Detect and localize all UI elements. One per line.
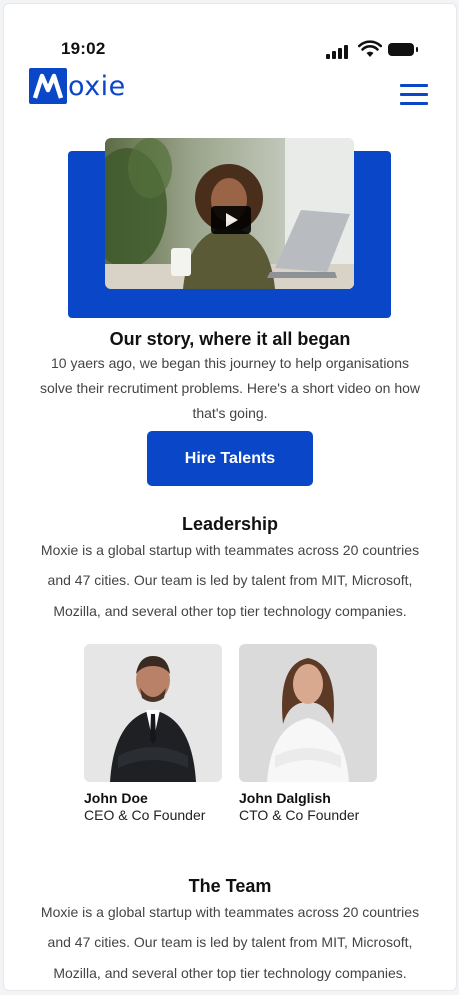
- story-title: Our story, where it all began: [109, 329, 351, 349]
- logo-mark: [29, 68, 67, 104]
- leadership-text-line-2: and 47 cities. Our team is led by talent…: [47, 572, 413, 588]
- battery-icon: [388, 43, 418, 56]
- leader-name: John Dalglish: [239, 790, 331, 806]
- status-bar: 19:02: [4, 4, 456, 59]
- story-text-line-3: that's going.: [192, 405, 268, 421]
- logo-text: oxie: [68, 70, 126, 102]
- leader-name: John Doe: [84, 790, 148, 806]
- leadership-text-line-3: Mozilla, and several other top tier tech…: [53, 603, 407, 619]
- leader-role: CTO & Co Founder: [239, 807, 360, 823]
- team-text-line-2: and 47 cities. Our team is led by talent…: [47, 934, 413, 950]
- leader-photo-john-dalglish: [239, 644, 377, 782]
- story-text-line-2: solve their recrutiment problems. Here's…: [39, 380, 421, 396]
- team-title: The Team: [188, 876, 272, 896]
- leader-role: CEO & Co Founder: [84, 807, 206, 823]
- moxie-logo[interactable]: oxie: [29, 68, 126, 104]
- team-text-line-1: Moxie is a global startup with teammates…: [40, 904, 420, 920]
- hire-talents-button[interactable]: Hire Talents: [147, 431, 313, 486]
- play-icon[interactable]: [211, 206, 251, 234]
- status-time: 19:02: [61, 39, 106, 58]
- story-video-thumbnail[interactable]: [105, 138, 354, 289]
- leader-photo-john-doe: [84, 644, 222, 782]
- mobile-screen: 19:02 oxie Our story, where it all began…: [3, 3, 457, 991]
- story-text-line-1: 10 yaers ago, we began this journey to h…: [50, 355, 409, 371]
- leadership-text-line-1: Moxie is a global startup with teammates…: [40, 542, 420, 558]
- cellular-signal-icon: [326, 43, 350, 59]
- wifi-icon: [358, 40, 382, 57]
- team-text-line-3: Mozilla, and several other top tier tech…: [53, 965, 407, 981]
- hamburger-menu-icon[interactable]: [400, 84, 428, 106]
- leadership-title: Leadership: [181, 514, 279, 534]
